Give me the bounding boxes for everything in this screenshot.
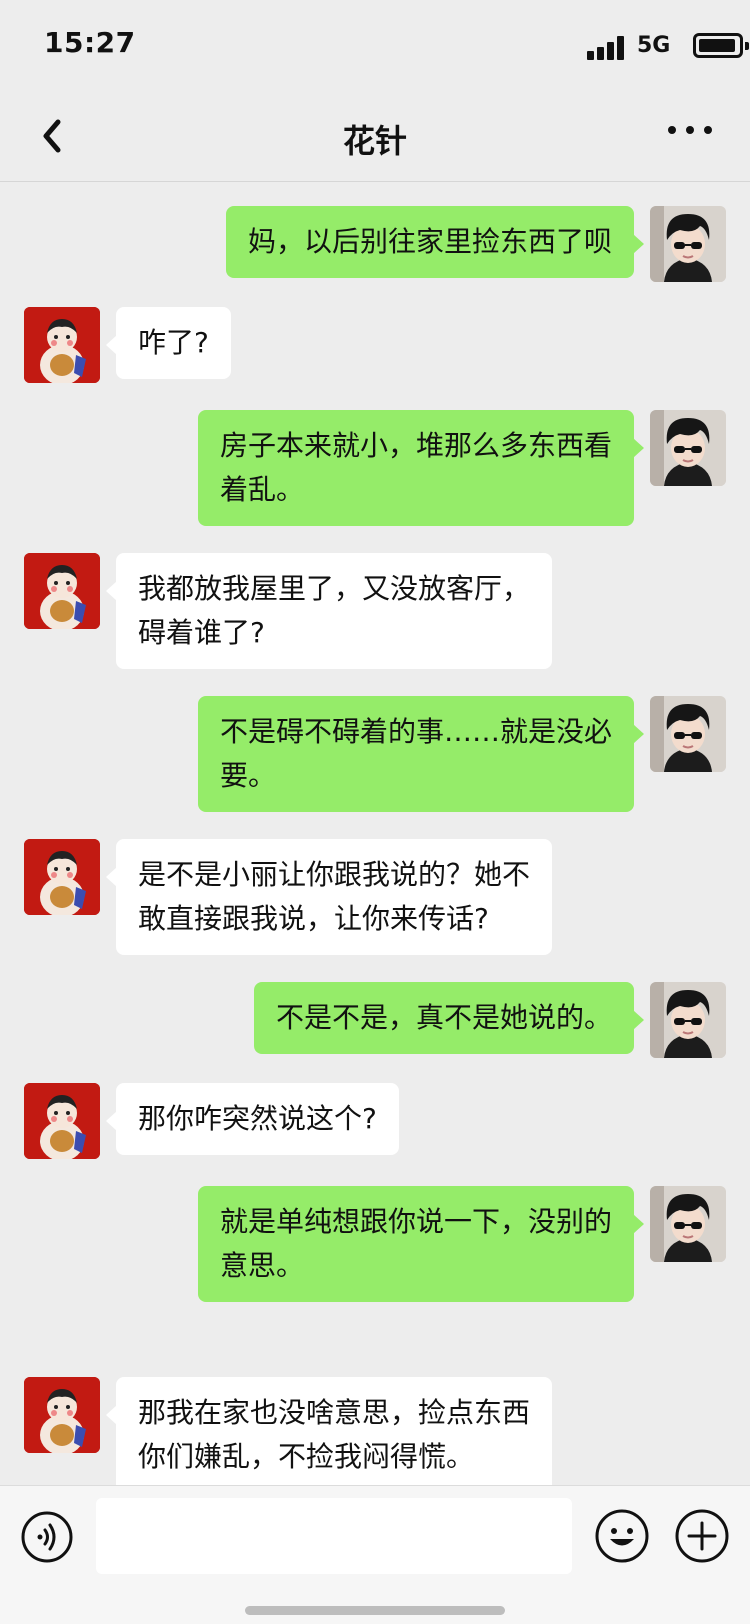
message-line: 咋了?	[138, 326, 209, 359]
more-dots-icon[interactable]	[660, 114, 720, 154]
message-line: 妈，以后别往家里捡东西了呗	[247, 225, 612, 258]
battery-icon	[693, 33, 749, 58]
network-label: 5G	[637, 33, 671, 58]
message-line: 不是不是，真不是她说的。	[275, 1001, 612, 1034]
outgoing-message-bubble[interactable]: 妈，以后别往家里捡东西了呗	[225, 206, 645, 278]
user-avatar[interactable]	[650, 410, 726, 486]
chat-title: 花针	[342, 122, 407, 160]
status-time: 15:27	[44, 26, 136, 59]
user-avatar[interactable]	[650, 982, 726, 1058]
contact-avatar[interactable]	[24, 839, 100, 915]
outgoing-message-bubble[interactable]: 就是单纯想跟你说一下，没别的 意思。	[197, 1186, 645, 1302]
home-indicator[interactable]	[245, 1606, 505, 1615]
outgoing-message-bubble[interactable]: 房子本来就小，堆那么多东西看 着乱。	[197, 410, 645, 526]
incoming-message-bubble[interactable]: 咋了?	[106, 307, 231, 379]
message-line: 那我在家也没啥意思，捡点东西	[138, 1396, 531, 1429]
message-line: 就是单纯想跟你说一下，没别的	[219, 1205, 612, 1238]
message-line: 要。	[219, 759, 276, 792]
voice-icon[interactable]	[20, 1510, 74, 1564]
message-line: 房子本来就小，堆那么多东西看	[219, 429, 612, 462]
contact-avatar[interactable]	[24, 1083, 100, 1159]
user-avatar[interactable]	[650, 206, 726, 282]
message-line: 是不是小丽让你跟我说的？她不	[138, 858, 531, 891]
message-line: 你们嫌乱，不捡我闷得慌。	[138, 1440, 475, 1473]
signal-strength-icon	[587, 36, 627, 60]
incoming-message-bubble[interactable]: 那我在家也没啥意思，捡点东西 你们嫌乱，不捡我闷得慌。	[105, 1377, 553, 1485]
input-bar	[0, 1485, 750, 1624]
message-line: 碍着谁了?	[138, 616, 265, 649]
plus-icon[interactable]	[674, 1508, 730, 1564]
message-line: 着乱。	[219, 473, 304, 506]
contact-avatar[interactable]	[24, 553, 100, 629]
incoming-message-bubble[interactable]: 我都放我屋里了，又没放客厅， 碍着谁了?	[105, 553, 553, 669]
message-line: 那你咋突然说这个?	[138, 1102, 377, 1135]
message-line: 我都放我屋里了，又没放客厅，	[138, 572, 531, 605]
incoming-message-bubble[interactable]: 那你咋突然说这个?	[106, 1083, 399, 1155]
outgoing-message-bubble[interactable]: 不是碍不碍着的事……就是没必 要。	[197, 696, 645, 812]
contact-avatar[interactable]	[24, 307, 100, 383]
message-line: 意思。	[219, 1249, 304, 1282]
incoming-message-bubble[interactable]: 是不是小丽让你跟我说的？她不 敢直接跟我说，让你来传话?	[105, 839, 553, 955]
user-avatar[interactable]	[650, 1186, 726, 1262]
emoji-icon[interactable]	[594, 1508, 650, 1564]
status-bar: 15:27 5G	[0, 0, 750, 90]
message-line: 不是碍不碍着的事……就是没必	[219, 715, 612, 748]
message-line: 敢直接跟我说，让你来传话?	[138, 902, 489, 935]
message-list[interactable]: 妈，以后别往家里捡东西了呗 咋了? 房子本来就小，堆那么多东西看 着乱。 我都放…	[0, 183, 750, 1485]
user-avatar[interactable]	[650, 696, 726, 772]
outgoing-message-bubble[interactable]: 不是不是，真不是她说的。	[253, 982, 645, 1054]
nav-bar: 花针	[0, 90, 750, 182]
message-input[interactable]	[96, 1498, 572, 1574]
contact-avatar[interactable]	[24, 1377, 100, 1453]
